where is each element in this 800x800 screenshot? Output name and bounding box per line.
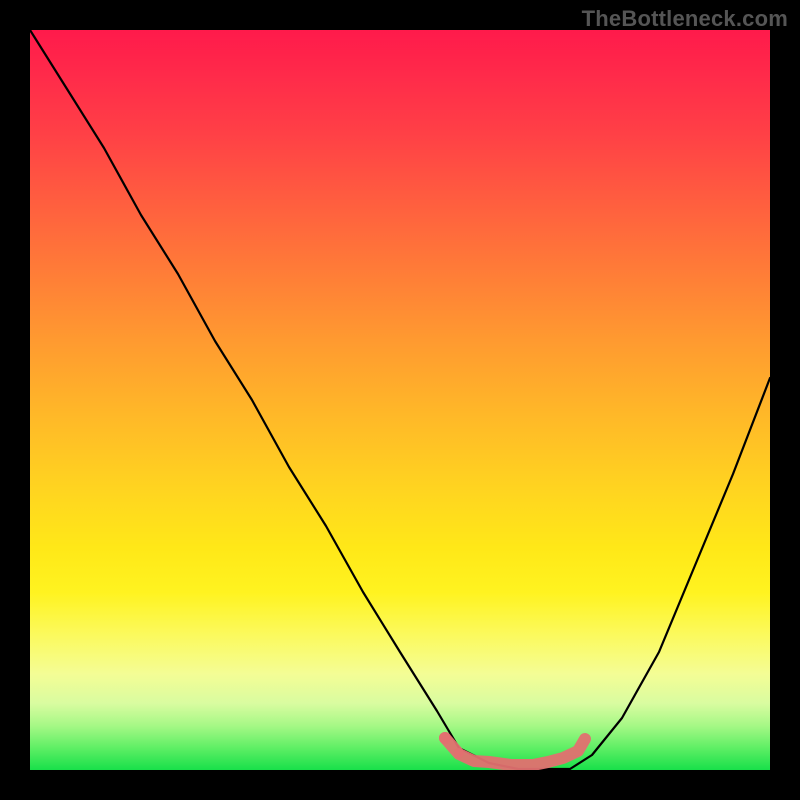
sweet-spot-marker [445, 738, 585, 765]
sweet-spot-dot-left-2 [454, 748, 464, 758]
curve-layer [30, 30, 770, 770]
watermark-text: TheBottleneck.com [582, 6, 788, 32]
bottleneck-curve [30, 30, 770, 769]
plot-area [30, 30, 770, 770]
sweet-spot-dot-left [439, 732, 451, 744]
chart-stage: TheBottleneck.com [0, 0, 800, 800]
